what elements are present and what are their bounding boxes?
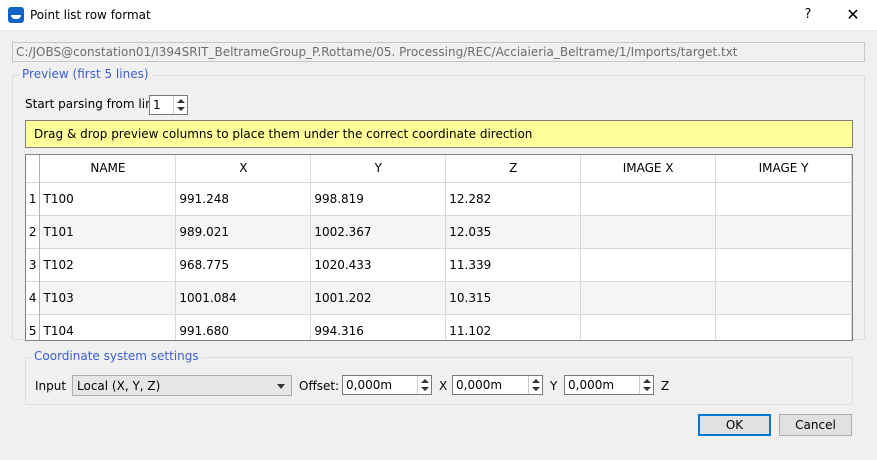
table-cell[interactable]: 991.680 bbox=[175, 313, 312, 340]
table-cell[interactable]: 998.819 bbox=[310, 181, 447, 215]
column-header[interactable]: NAME bbox=[39, 155, 177, 182]
table-cell[interactable]: 989.021 bbox=[175, 214, 312, 248]
offset-y-value: 0,000m bbox=[456, 378, 503, 392]
table-cell[interactable]: 11.102 bbox=[445, 313, 582, 340]
table-cell[interactable] bbox=[715, 280, 852, 314]
offset-x-spinbox[interactable]: 0,000m bbox=[342, 375, 432, 395]
table-cell[interactable]: T104 bbox=[39, 313, 177, 340]
spin-down-icon[interactable] bbox=[643, 387, 651, 391]
input-system-value: Local (X, Y, Z) bbox=[77, 379, 161, 393]
spin-down-icon[interactable] bbox=[177, 107, 185, 111]
table-cell[interactable] bbox=[580, 280, 717, 314]
drag-drop-banner: Drag & drop preview columns to place the… bbox=[25, 120, 853, 148]
row-number: 1 bbox=[26, 181, 41, 215]
input-system-select[interactable]: Local (X, Y, Z) bbox=[72, 375, 292, 396]
ok-button[interactable]: OK bbox=[698, 414, 771, 436]
row-number: 2 bbox=[26, 214, 41, 248]
table-header-row: NAME X Y Z IMAGE X IMAGE Y bbox=[26, 155, 852, 182]
row-number: 5 bbox=[26, 313, 41, 340]
coordinate-settings-title: Coordinate system settings bbox=[31, 349, 202, 363]
chevron-down-icon bbox=[277, 384, 285, 389]
table-cell[interactable]: 1001.084 bbox=[175, 280, 312, 314]
spin-up-icon[interactable] bbox=[532, 379, 540, 383]
input-label: Input bbox=[35, 379, 67, 393]
table-cell[interactable]: 12.035 bbox=[445, 214, 582, 248]
offset-z-spinbox[interactable]: 0,000m bbox=[564, 375, 654, 395]
table-cell[interactable]: 1020.433 bbox=[310, 247, 447, 281]
file-path-field[interactable]: C:/JOBS@constation01/I394SRIT_BeltrameGr… bbox=[12, 42, 865, 62]
table-row[interactable]: 1 T100 991.248 998.819 12.282 bbox=[26, 181, 852, 215]
offset-x-value: 0,000m bbox=[346, 378, 393, 392]
table-cell[interactable] bbox=[580, 313, 717, 340]
table-cell[interactable] bbox=[580, 181, 717, 215]
spin-up-icon[interactable] bbox=[177, 99, 185, 103]
row-number: 4 bbox=[26, 280, 41, 314]
corner-cell bbox=[26, 155, 41, 182]
start-parsing-label: Start parsing from line bbox=[25, 97, 161, 111]
table-cell[interactable]: 991.248 bbox=[175, 181, 312, 215]
table-cell[interactable] bbox=[715, 313, 852, 340]
close-button[interactable]: ✕ bbox=[840, 4, 866, 26]
spin-buttons[interactable] bbox=[173, 96, 187, 114]
window-title: Point list row format bbox=[30, 8, 151, 22]
offset-y-spinbox[interactable]: 0,000m bbox=[452, 375, 543, 395]
table-cell[interactable]: T102 bbox=[39, 247, 177, 281]
table-cell[interactable]: 10.315 bbox=[445, 280, 582, 314]
spin-buttons[interactable] bbox=[417, 376, 431, 394]
table-cell[interactable] bbox=[580, 247, 717, 281]
table-cell[interactable] bbox=[580, 214, 717, 248]
offset-label: Offset: bbox=[299, 379, 340, 393]
table-row[interactable]: 5 T104 991.680 994.316 11.102 bbox=[26, 313, 852, 340]
table-cell[interactable] bbox=[715, 181, 852, 215]
table-cell[interactable]: 994.316 bbox=[310, 313, 447, 340]
start-line-value: 1 bbox=[153, 98, 161, 112]
z-axis-label: Z bbox=[661, 379, 670, 393]
preview-table: NAME X Y Z IMAGE X IMAGE Y 1 T100 991.24… bbox=[25, 154, 853, 341]
column-header[interactable]: IMAGE Y bbox=[715, 155, 852, 182]
table-cell[interactable]: 1001.202 bbox=[310, 280, 447, 314]
help-button[interactable]: ? bbox=[796, 4, 820, 26]
cancel-button[interactable]: Cancel bbox=[779, 414, 852, 436]
table-cell[interactable]: 12.282 bbox=[445, 181, 582, 215]
table-cell[interactable]: 1002.367 bbox=[310, 214, 447, 248]
app-icon bbox=[8, 7, 24, 23]
spin-buttons[interactable] bbox=[639, 376, 653, 394]
table-cell[interactable] bbox=[715, 247, 852, 281]
table-row[interactable]: 2 T101 989.021 1002.367 12.035 bbox=[26, 214, 852, 248]
column-header[interactable]: IMAGE X bbox=[580, 155, 717, 182]
x-axis-label: X bbox=[439, 379, 448, 393]
column-header[interactable]: Y bbox=[310, 155, 447, 182]
offset-z-value: 0,000m bbox=[568, 378, 615, 392]
table-row[interactable]: 3 T102 968.775 1020.433 11.339 bbox=[26, 247, 852, 281]
spin-up-icon[interactable] bbox=[421, 379, 429, 383]
spin-down-icon[interactable] bbox=[421, 387, 429, 391]
spin-up-icon[interactable] bbox=[643, 379, 651, 383]
preview-group-title: Preview (first 5 lines) bbox=[19, 67, 152, 81]
table-cell[interactable] bbox=[715, 214, 852, 248]
start-line-spinbox[interactable]: 1 bbox=[149, 95, 188, 115]
table-cell[interactable]: T103 bbox=[39, 280, 177, 314]
spin-down-icon[interactable] bbox=[532, 387, 540, 391]
table-cell[interactable]: 11.339 bbox=[445, 247, 582, 281]
row-number: 3 bbox=[26, 247, 41, 281]
spin-buttons[interactable] bbox=[528, 376, 542, 394]
column-header[interactable]: X bbox=[175, 155, 312, 182]
table-cell[interactable]: 968.775 bbox=[175, 247, 312, 281]
column-header[interactable]: Z bbox=[445, 155, 582, 182]
table-cell[interactable]: T101 bbox=[39, 214, 177, 248]
table-cell[interactable]: T100 bbox=[39, 181, 177, 215]
y-axis-label: Y bbox=[550, 379, 558, 393]
table-row[interactable]: 4 T103 1001.084 1001.202 10.315 bbox=[26, 280, 852, 314]
title-bar: Point list row format ? ✕ bbox=[0, 0, 877, 31]
